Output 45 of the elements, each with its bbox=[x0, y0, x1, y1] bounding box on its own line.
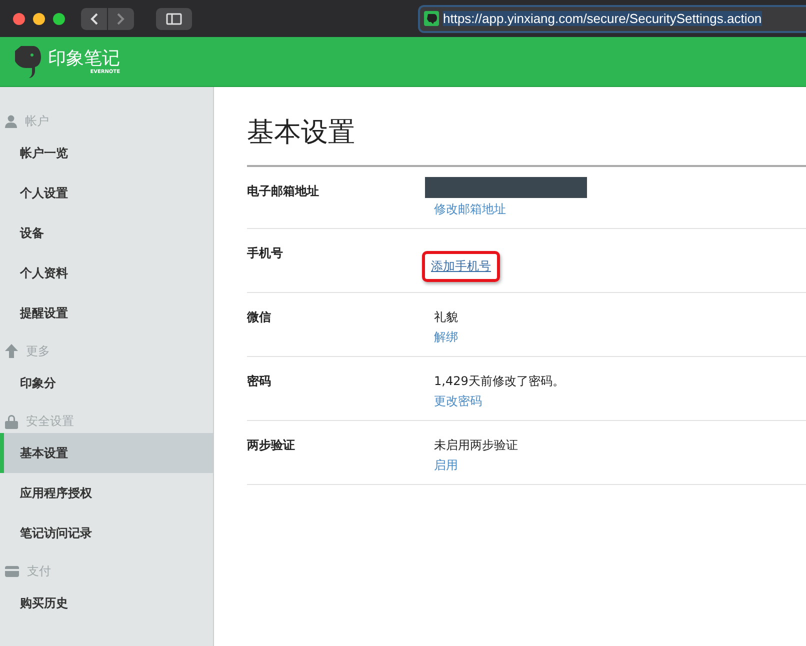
person-icon bbox=[5, 114, 17, 128]
row-label: 两步验证 bbox=[247, 437, 296, 454]
sidebar-item[interactable]: 应用程序授权 bbox=[0, 473, 213, 513]
section-title: 更多 bbox=[26, 342, 50, 360]
back-button[interactable] bbox=[81, 8, 107, 30]
sidebar-item[interactable]: 帐户一览 bbox=[0, 133, 213, 173]
row-link[interactable]: 修改邮箱地址 bbox=[434, 201, 506, 218]
sidebar-item[interactable]: 设备 bbox=[0, 213, 213, 253]
row-label: 密码 bbox=[247, 373, 272, 390]
section-title: 帐户 bbox=[25, 112, 49, 130]
row-value: 1,429天前修改了密码。 bbox=[434, 373, 564, 390]
sidebar-item[interactable]: 个人资料 bbox=[0, 253, 213, 293]
row-link[interactable]: 更改密码 bbox=[434, 393, 482, 410]
section-title: 支付 bbox=[27, 562, 51, 580]
forward-button[interactable] bbox=[108, 8, 134, 30]
zoom-window-button[interactable] bbox=[53, 12, 65, 24]
url-text: https://app.yinxiang.com/secure/SecuritySettings.action bbox=[443, 11, 762, 26]
sidebar-item[interactable]: 提醒设置 bbox=[0, 293, 213, 333]
elephant-logo-icon bbox=[12, 44, 42, 78]
card-icon bbox=[5, 566, 19, 576]
sidebar-item[interactable]: 个人设置 bbox=[0, 173, 213, 213]
minimize-window-button[interactable] bbox=[33, 12, 45, 24]
section-title: 安全设置 bbox=[26, 412, 74, 430]
row-label: 电子邮箱地址 bbox=[247, 183, 320, 200]
close-window-button[interactable] bbox=[13, 12, 25, 24]
back-icon bbox=[90, 12, 98, 24]
sidebar-toggle-button[interactable] bbox=[156, 8, 192, 30]
sidebar-item[interactable]: 印象分 bbox=[0, 363, 213, 403]
up-arrow-icon bbox=[5, 344, 18, 358]
row-value: 礼貌 bbox=[434, 309, 458, 326]
sidebar-item[interactable]: 笔记访问记录 bbox=[0, 513, 213, 553]
logo-text: 印象笔记 bbox=[48, 48, 120, 68]
lock-icon bbox=[5, 414, 18, 428]
sidebar-item[interactable]: 购买历史 bbox=[0, 583, 213, 623]
sidebar-icon bbox=[166, 12, 182, 24]
forward-icon bbox=[117, 12, 125, 24]
sidebar-item[interactable]: 基本设置 bbox=[0, 433, 213, 473]
row-link[interactable]: 添加手机号 bbox=[422, 251, 500, 282]
row-link[interactable]: 解绑 bbox=[434, 329, 458, 346]
row-link[interactable]: 启用 bbox=[434, 457, 458, 474]
address-bar[interactable]: https://app.yinxiang.com/secure/SecuritySettings.action bbox=[418, 4, 806, 32]
row-label: 手机号 bbox=[247, 245, 284, 262]
page-title: 基本设置 bbox=[247, 116, 356, 150]
row-label: 微信 bbox=[247, 309, 272, 326]
row-value: 未启用两步验证 bbox=[434, 437, 518, 454]
